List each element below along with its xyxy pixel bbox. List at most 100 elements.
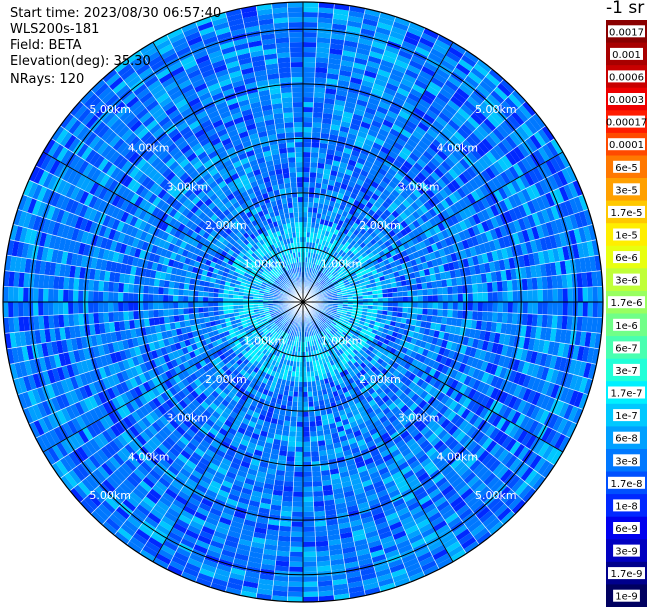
data-cell — [303, 431, 311, 437]
data-cell — [412, 290, 418, 297]
data-cell — [502, 302, 508, 313]
data-cell — [311, 137, 321, 143]
data-cell — [422, 308, 428, 316]
data-cell — [308, 396, 314, 402]
data-cell — [295, 436, 303, 442]
data-cell — [303, 581, 318, 587]
data-cell — [315, 62, 329, 69]
data-cell — [377, 302, 383, 307]
data-cell — [482, 282, 488, 293]
data-cell — [287, 446, 296, 452]
data-cell — [286, 456, 295, 462]
data-cell — [303, 486, 313, 492]
data-cell — [292, 506, 303, 512]
data-cell — [507, 302, 513, 313]
data-cell — [312, 112, 323, 118]
data-cell — [311, 456, 320, 462]
data-cell — [446, 278, 453, 287]
data-cell — [417, 302, 423, 309]
data-cell — [392, 292, 398, 298]
data-cell — [314, 510, 326, 517]
data-cell — [422, 302, 428, 309]
data-cell — [283, 486, 294, 492]
data-cell — [536, 276, 543, 290]
data-cell — [541, 276, 548, 290]
data-cell — [279, 520, 292, 527]
data-cell — [310, 152, 319, 158]
data-cell — [314, 87, 326, 94]
data-cell — [309, 431, 318, 437]
data-cell — [303, 32, 318, 38]
data-cell — [562, 288, 568, 302]
data-cell — [303, 217, 308, 223]
data-cell — [309, 172, 317, 178]
data-cell — [402, 302, 408, 308]
data-cell — [303, 521, 315, 527]
data-cell — [372, 298, 378, 302]
data-cell — [291, 516, 303, 522]
data-cell — [310, 451, 320, 457]
data-cell — [442, 286, 448, 295]
data-cell — [283, 420, 291, 427]
data-cell — [303, 12, 319, 18]
data-cell — [517, 302, 523, 314]
data-cell — [577, 302, 583, 317]
data-cell — [397, 291, 403, 297]
data-cell — [587, 302, 593, 318]
data-cell — [279, 445, 288, 452]
data-cell — [303, 127, 313, 133]
data-cell — [292, 496, 303, 502]
data-cell — [422, 288, 428, 296]
data-cell — [307, 391, 313, 397]
data-cell — [472, 302, 478, 312]
data-cell — [298, 386, 303, 392]
data-cell — [431, 315, 438, 324]
data-cell — [281, 430, 290, 437]
data-cell — [308, 187, 315, 193]
data-cell — [303, 107, 314, 113]
data-cell — [303, 511, 315, 517]
data-cell — [303, 496, 314, 502]
data-cell — [303, 536, 316, 542]
data-cell — [280, 510, 292, 517]
data-cell — [297, 401, 303, 407]
data-cell — [582, 287, 588, 302]
data-cell — [313, 505, 325, 512]
data-cell — [309, 426, 317, 432]
data-cell — [312, 122, 322, 128]
data-cell — [303, 411, 309, 417]
data-cell — [315, 535, 329, 542]
data-cell — [278, 530, 291, 537]
data-cell — [284, 476, 294, 482]
data-cell — [447, 286, 453, 295]
data-cell — [496, 312, 503, 323]
data-cell — [315, 177, 323, 184]
data-cell — [537, 289, 543, 302]
data-cell — [452, 293, 458, 302]
data-cell — [426, 315, 433, 323]
data-cell — [303, 167, 311, 173]
data-cell — [487, 302, 493, 312]
data-cell — [285, 461, 295, 467]
data-cell — [537, 302, 543, 315]
data-cell — [279, 525, 292, 532]
data-cell — [287, 441, 296, 447]
data-cell — [303, 52, 317, 58]
data-cell — [446, 317, 453, 326]
data-cell — [315, 67, 328, 74]
data-cell — [298, 376, 303, 382]
data-cell — [316, 172, 324, 179]
data-cell — [303, 57, 316, 63]
data-cell — [288, 431, 297, 437]
data-cell — [303, 212, 308, 218]
data-cell — [283, 481, 294, 487]
data-cell — [303, 22, 318, 28]
data-cell — [501, 312, 508, 324]
data-cell — [315, 540, 329, 547]
data-cell — [310, 446, 319, 452]
data-cell — [309, 177, 317, 183]
data-cell — [281, 500, 293, 507]
data-cell — [303, 441, 311, 447]
data-cell — [303, 77, 315, 83]
data-cell — [303, 371, 307, 377]
